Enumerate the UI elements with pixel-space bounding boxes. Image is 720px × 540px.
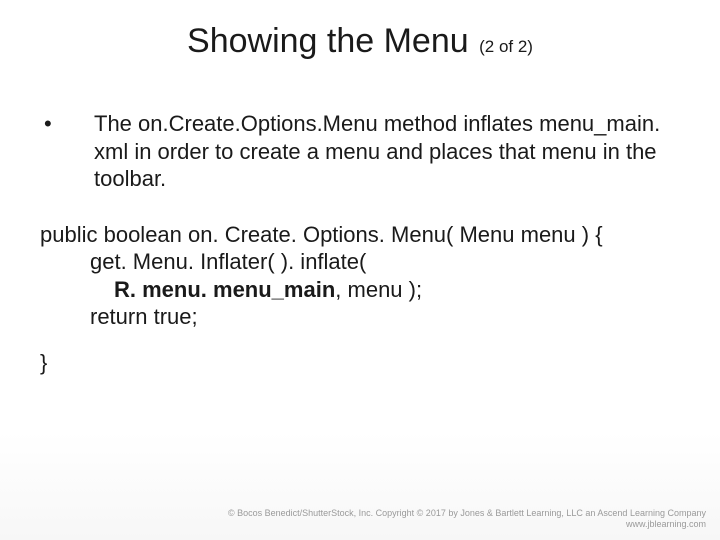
bullet-text: The on.Create.Options.Menu method inflat… xyxy=(94,110,680,193)
slide-body: • The on.Create.Options.Menu method infl… xyxy=(40,110,680,376)
slide: Showing the Menu (2 of 2) • The on.Creat… xyxy=(0,0,720,540)
footer-url: www.jblearning.com xyxy=(228,519,706,530)
code-line: return true; xyxy=(90,303,680,331)
footer: © Bocos Benedict/ShutterStock, Inc. Copy… xyxy=(228,508,706,531)
code-line: } xyxy=(40,349,680,377)
code-text: , menu ); xyxy=(335,277,422,302)
code-line: public boolean on. Create. Options. Menu… xyxy=(40,221,680,249)
code-bold: R. menu. menu_main xyxy=(114,277,335,302)
footer-copyright: © Bocos Benedict/ShutterStock, Inc. Copy… xyxy=(228,508,706,519)
title-sub: (2 of 2) xyxy=(479,37,533,56)
bullet-item: • The on.Create.Options.Menu method infl… xyxy=(40,110,680,193)
slide-title: Showing the Menu (2 of 2) xyxy=(0,22,720,61)
code-line: get. Menu. Inflater( ). inflate( xyxy=(90,248,680,276)
code-line: R. menu. menu_main, menu ); xyxy=(114,276,680,304)
title-main: Showing the Menu xyxy=(187,22,469,60)
code-block: public boolean on. Create. Options. Menu… xyxy=(40,221,680,377)
bullet-mark: • xyxy=(40,110,94,138)
